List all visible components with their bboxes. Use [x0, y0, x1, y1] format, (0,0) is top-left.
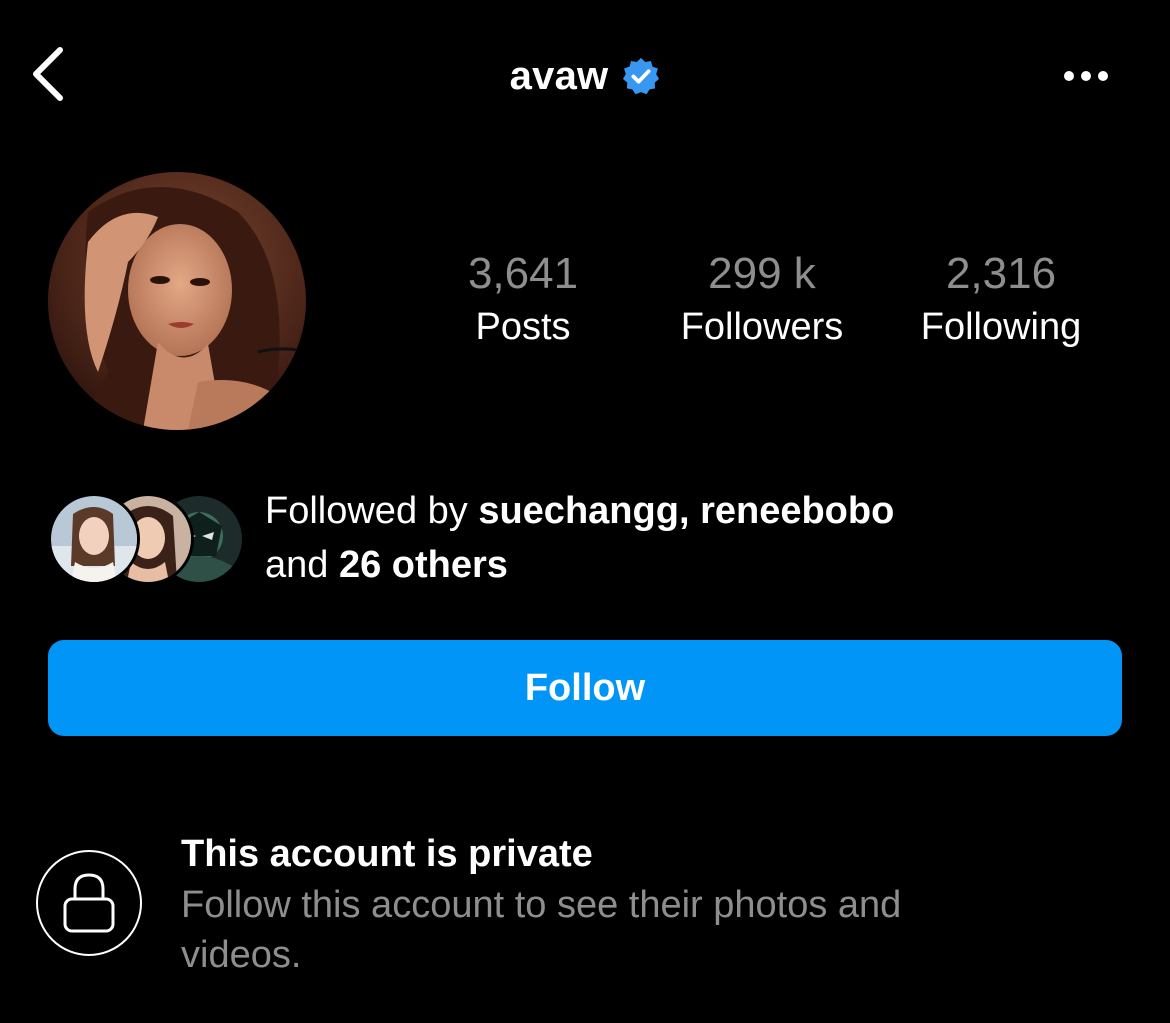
private-account-title: This account is private	[181, 833, 593, 875]
more-options-button[interactable]	[1054, 56, 1118, 96]
mutual-follower-avatar	[48, 493, 140, 585]
followed-by-text[interactable]: Followed by suechangg, reneebobo and 26 …	[265, 484, 1125, 592]
follow-button[interactable]: Follow	[48, 640, 1122, 736]
name-separator: ,	[678, 490, 701, 532]
verified-badge-icon	[623, 57, 660, 95]
stat-label: Following	[920, 306, 1082, 348]
stat-value: 2,316	[945, 249, 1057, 298]
stat-label: Posts	[475, 306, 571, 348]
ellipsis-icon	[1064, 71, 1108, 81]
stat-value: 299 k	[708, 249, 816, 298]
private-account-description: Follow this account to see their photos …	[181, 884, 902, 976]
stat-followers[interactable]: 299 k Followers	[652, 246, 872, 352]
profile-header: avaw	[0, 48, 1170, 104]
followed-by-and: and	[265, 544, 339, 586]
follow-button-label: Follow	[524, 666, 646, 709]
mutual-follower-name[interactable]: reneebobo	[700, 490, 894, 532]
followed-by-prefix: Followed by	[265, 490, 479, 532]
mutual-follower-name[interactable]: suechangg	[478, 490, 679, 532]
profile-username: avaw	[509, 53, 609, 98]
stat-following[interactable]: 2,316 Following	[891, 246, 1111, 352]
stat-value: 3,641	[467, 249, 579, 298]
stat-posts[interactable]: 3,641 Posts	[413, 246, 633, 352]
stat-label: Followers	[680, 306, 844, 348]
others-count[interactable]: 26 others	[339, 544, 508, 586]
lock-icon-circle	[36, 850, 142, 956]
profile-avatar[interactable]	[48, 172, 306, 430]
lock-icon	[63, 873, 115, 933]
